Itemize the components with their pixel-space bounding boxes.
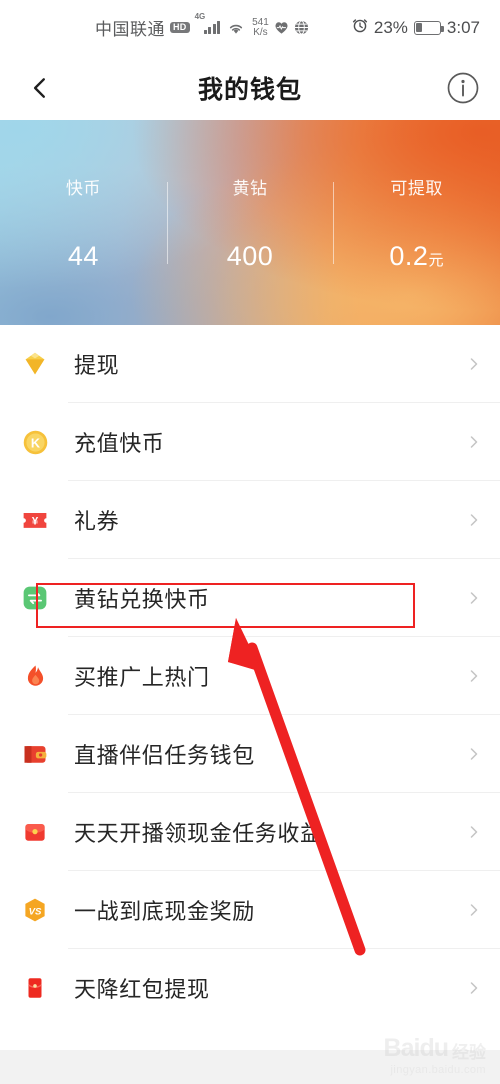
vs-hexagon-icon: VS — [18, 893, 52, 927]
balance-value: 44 — [67, 240, 99, 271]
info-button[interactable] — [446, 71, 480, 105]
balance-label: 黄钻 — [232, 178, 268, 198]
alarm-icon — [352, 17, 368, 38]
balance-value: 400 — [226, 240, 274, 271]
menu-item-vs-cash-reward[interactable]: VS 一战到底现金奖励 — [0, 871, 500, 949]
menu-list: 提现 K 充值快币 ¥ 礼券 黄钻兑换快币 买推广上热门 直播伴侣任务钱包 天天… — [0, 325, 500, 1027]
chevron-right-icon — [470, 748, 478, 760]
phone-screen: 中国联通 HD 4G 541 K/s 23% 3:07 我的钱包 快币 44 黄… — [0, 0, 500, 1084]
carrier-label: 中国联通 — [95, 20, 165, 39]
menu-item-live-partner-task-wallet[interactable]: 直播伴侣任务钱包 — [0, 715, 500, 793]
menu-item-label: 提现 — [74, 353, 120, 378]
chevron-right-icon — [470, 592, 478, 604]
footer-bar — [0, 1050, 500, 1084]
svg-text:VS: VS — [29, 906, 42, 917]
menu-item-label: 充值快币 — [74, 431, 165, 456]
chevron-right-icon — [470, 358, 478, 370]
svg-text:¥: ¥ — [32, 515, 39, 527]
balance-label: 快币 — [65, 178, 101, 198]
svg-text:K: K — [30, 436, 40, 450]
signal-bars-icon — [203, 21, 221, 34]
balance-card: 快币 44 黄钻 400 可提取 0.2元 — [0, 120, 500, 325]
menu-item-label: 天降红包提现 — [74, 977, 210, 1002]
coupon-icon: ¥ — [18, 503, 52, 537]
signal-icon: 4G — [195, 12, 221, 34]
balance-column-kuaibi[interactable]: 快币 44 — [0, 120, 167, 325]
wallet-icon — [18, 737, 52, 771]
chevron-right-icon — [470, 904, 478, 916]
nav-bar: 我的钱包 — [0, 55, 500, 120]
clock-label: 3:07 — [446, 17, 480, 37]
chevron-right-icon — [470, 982, 478, 994]
chevron-right-icon — [470, 436, 478, 448]
chevron-left-icon — [33, 77, 45, 98]
chevron-right-icon — [470, 514, 478, 526]
status-bar-left: 中国联通 HD 4G 541 K/s — [95, 0, 309, 55]
balance-value: 0.2元 — [389, 240, 444, 271]
speed-value: 541 — [252, 16, 269, 28]
menu-item-daily-live-cash-reward[interactable]: 天天开播领现金任务收益 — [0, 793, 500, 871]
balance-column-huangzuan[interactable]: 黄钻 400 — [167, 120, 334, 325]
status-bar-right: 23% 3:07 — [352, 0, 480, 55]
back-button[interactable] — [22, 70, 58, 106]
balance-label: 可提取 — [390, 178, 443, 198]
red-envelope-icon — [18, 971, 52, 1005]
diamond-icon — [18, 347, 52, 381]
menu-item-exchange-huangzuan-to-kuaibi[interactable]: 黄钻兑换快币 — [0, 559, 500, 637]
menu-item-buy-promotion[interactable]: 买推广上热门 — [0, 637, 500, 715]
battery-icon — [413, 20, 444, 35]
exchange-icon — [18, 581, 52, 615]
menu-item-label: 买推广上热门 — [74, 665, 210, 690]
network-speed: 541 K/s — [252, 16, 269, 38]
battery-percent-label: 23% — [373, 17, 408, 37]
red-packet-icon — [18, 815, 52, 849]
network-type-label: 4G — [194, 12, 206, 21]
menu-item-falling-red-envelope-withdraw[interactable]: 天降红包提现 — [0, 949, 500, 1027]
menu-item-label: 直播伴侣任务钱包 — [74, 743, 255, 768]
hd-icon: HD — [170, 21, 190, 34]
menu-item-recharge-kuaibi[interactable]: K 充值快币 — [0, 403, 500, 481]
menu-item-label: 黄钻兑换快币 — [74, 587, 210, 612]
k-coin-icon: K — [18, 425, 52, 459]
wifi-icon — [227, 21, 245, 35]
menu-item-label: 礼券 — [74, 509, 120, 534]
page-title: 我的钱包 — [197, 75, 302, 104]
globe-icon — [294, 20, 309, 35]
menu-item-label: 天天开播领现金任务收益 — [74, 821, 323, 846]
speed-unit: K/s — [253, 26, 268, 38]
menu-item-withdraw[interactable]: 提现 — [0, 325, 500, 403]
chevron-right-icon — [470, 670, 478, 682]
status-bar: 中国联通 HD 4G 541 K/s 23% 3:07 — [0, 0, 500, 55]
info-circle-icon — [447, 72, 479, 103]
heart-icon — [274, 20, 289, 35]
balance-column-withdrawable[interactable]: 可提取 0.2元 — [333, 120, 500, 325]
menu-item-coupon[interactable]: ¥ 礼券 — [0, 481, 500, 559]
chevron-right-icon — [470, 826, 478, 838]
fire-icon — [18, 659, 52, 693]
menu-item-label: 一战到底现金奖励 — [74, 899, 255, 924]
